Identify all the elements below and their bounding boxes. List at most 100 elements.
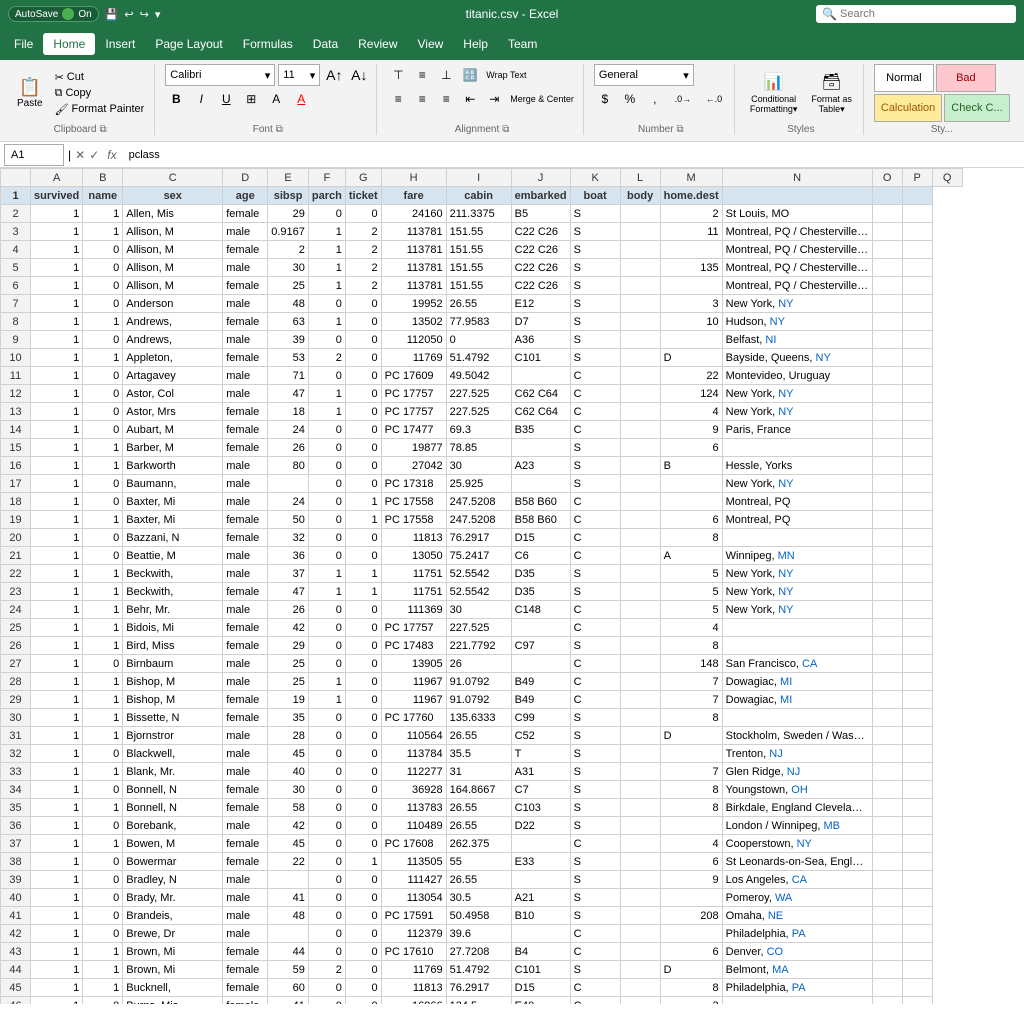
comma-button[interactable]: ,	[644, 88, 666, 110]
table-cell[interactable]: D	[660, 349, 722, 367]
table-cell[interactable]: B49	[511, 673, 570, 691]
table-cell[interactable]: Beckwith,	[123, 565, 223, 583]
table-cell[interactable]: 0	[345, 979, 381, 997]
table-cell[interactable]	[660, 331, 722, 349]
table-cell[interactable]: 0	[83, 421, 123, 439]
table-cell[interactable]: 1	[31, 457, 83, 475]
menu-file[interactable]: File	[4, 33, 43, 55]
table-cell[interactable]: 0	[308, 727, 345, 745]
table-cell[interactable]: C	[570, 547, 620, 565]
table-cell[interactable]: C22 C26	[511, 241, 570, 259]
table-cell[interactable]: 16966	[381, 997, 446, 1005]
table-cell[interactable]: male	[223, 385, 268, 403]
menu-data[interactable]: Data	[303, 33, 348, 55]
table-cell[interactable]: 80	[268, 457, 309, 475]
table-cell[interactable]: 32	[268, 529, 309, 547]
table-cell[interactable]: 13502	[381, 313, 446, 331]
table-cell[interactable]: 28	[268, 727, 309, 745]
table-cell[interactable]: 25.925	[446, 475, 511, 493]
table-cell[interactable]	[872, 295, 902, 313]
table-cell[interactable]: PC 17608	[381, 835, 446, 853]
table-cell[interactable]	[902, 277, 932, 295]
row-number[interactable]: 25	[1, 619, 31, 637]
col-header-H[interactable]: H	[381, 169, 446, 187]
table-cell[interactable]: S	[570, 817, 620, 835]
row-number[interactable]: 42	[1, 925, 31, 943]
table-cell[interactable]	[872, 655, 902, 673]
table-cell[interactable]	[620, 241, 660, 259]
table-cell[interactable]: 6	[660, 853, 722, 871]
table-cell[interactable]	[511, 619, 570, 637]
table-cell[interactable]	[511, 925, 570, 943]
table-cell[interactable]: Dowagiac, MI	[722, 673, 872, 691]
table-cell[interactable]: Bucknell,	[123, 979, 223, 997]
table-cell[interactable]	[872, 457, 902, 475]
table-cell[interactable]: Bishop, M	[123, 673, 223, 691]
table-cell[interactable]: 0	[308, 943, 345, 961]
table-cell[interactable]: 0	[83, 475, 123, 493]
table-cell[interactable]: 1	[83, 583, 123, 601]
table-cell[interactable]: S	[570, 961, 620, 979]
row-number[interactable]: 26	[1, 637, 31, 655]
table-cell[interactable]: Allison, M	[123, 223, 223, 241]
table-cell[interactable]: 7	[660, 691, 722, 709]
table-cell[interactable]: T	[511, 745, 570, 763]
copy-button[interactable]: ⧉ Copy	[51, 86, 149, 101]
table-cell[interactable]: 0	[345, 925, 381, 943]
table-cell[interactable]: New York, NY	[722, 583, 872, 601]
table-cell[interactable]: C	[570, 655, 620, 673]
table-cell[interactable]: female	[223, 511, 268, 529]
table-cell[interactable]: 11967	[381, 691, 446, 709]
table-cell[interactable]: 8	[660, 781, 722, 799]
row-number[interactable]: 34	[1, 781, 31, 799]
table-cell[interactable]: PC 17757	[381, 385, 446, 403]
table-cell[interactable]: 9	[660, 421, 722, 439]
table-cell[interactable]	[902, 871, 932, 889]
table-cell[interactable]: 0	[308, 871, 345, 889]
table-cell[interactable]: 0	[83, 529, 123, 547]
table-cell[interactable]	[620, 439, 660, 457]
table-cell[interactable]: Montreal, PQ / Chesterville, ON	[722, 277, 872, 295]
table-cell[interactable]: 36928	[381, 781, 446, 799]
menu-help[interactable]: Help	[453, 33, 498, 55]
table-cell[interactable]: C	[570, 943, 620, 961]
table-cell[interactable]: 0	[345, 727, 381, 745]
table-cell[interactable]: 0	[308, 295, 345, 313]
table-cell[interactable]: S	[570, 277, 620, 295]
formula-input[interactable]	[125, 149, 1020, 161]
table-cell[interactable]: 49.5042	[446, 367, 511, 385]
table-cell[interactable]: B10	[511, 907, 570, 925]
table-cell[interactable]: 50	[268, 511, 309, 529]
table-cell[interactable]: 27042	[381, 457, 446, 475]
table-cell[interactable]: New York, NY	[722, 565, 872, 583]
table-cell[interactable]: 1	[345, 493, 381, 511]
col-header-P[interactable]: P	[902, 169, 932, 187]
table-cell[interactable]: 1	[31, 475, 83, 493]
table-cell[interactable]: Barber, M	[123, 439, 223, 457]
row-number[interactable]: 38	[1, 853, 31, 871]
table-cell[interactable]	[872, 223, 902, 241]
table-cell[interactable]	[872, 943, 902, 961]
table-cell[interactable]: Bazzani, N	[123, 529, 223, 547]
menu-home[interactable]: Home	[43, 33, 95, 55]
table-cell[interactable]: 1	[31, 979, 83, 997]
table-cell[interactable]	[620, 295, 660, 313]
table-cell[interactable]: 26	[268, 601, 309, 619]
table-cell[interactable]: Denver, CO	[722, 943, 872, 961]
table-cell[interactable]	[872, 835, 902, 853]
data-header-ticket[interactable]: ticket	[345, 187, 381, 205]
table-cell[interactable]: 1	[31, 601, 83, 619]
indent-increase-button[interactable]: ⇥	[483, 88, 505, 110]
table-cell[interactable]	[620, 583, 660, 601]
table-cell[interactable]: 0	[308, 421, 345, 439]
clipboard-expand-icon[interactable]: ⧉	[99, 124, 106, 135]
table-cell[interactable]: C	[570, 403, 620, 421]
row-number[interactable]: 29	[1, 691, 31, 709]
table-cell[interactable]	[872, 475, 902, 493]
table-cell[interactable]: 8	[660, 709, 722, 727]
table-cell[interactable]: 1	[31, 745, 83, 763]
table-cell[interactable]: St Leonards-on-Sea, England Ohio	[722, 853, 872, 871]
table-cell[interactable]	[902, 745, 932, 763]
table-cell[interactable]: 0	[345, 421, 381, 439]
table-cell[interactable]: C	[570, 421, 620, 439]
